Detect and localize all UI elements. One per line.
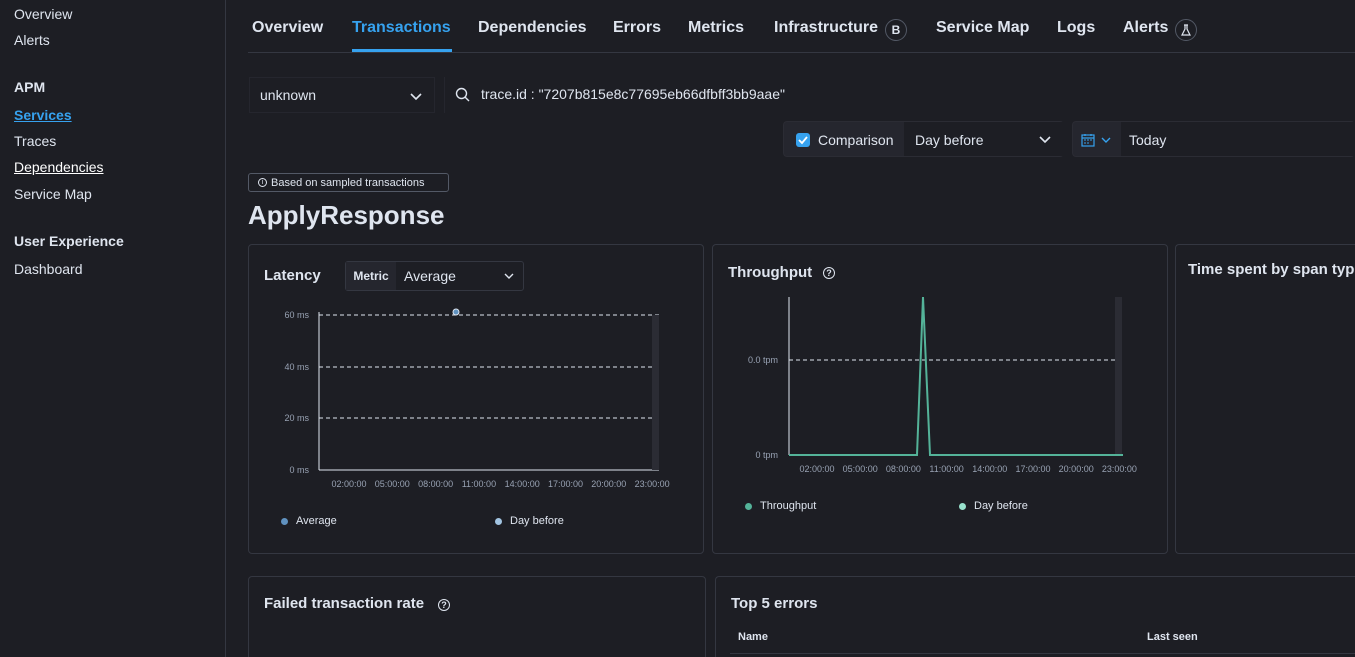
comparison-label: Comparison [818, 132, 894, 148]
date-range-value: Today [1129, 132, 1167, 148]
search-input[interactable]: trace.id : "7207b815e8c77695eb66dfbff3bb… [444, 77, 1355, 113]
latency-x-tick-label: 08:00:00 [418, 479, 453, 489]
throughput-x-tick-label: 23:00:00 [1102, 464, 1137, 474]
sidebar-item-alerts[interactable]: Alerts [14, 32, 50, 48]
latency-x-tick-label: 02:00:00 [331, 479, 366, 489]
search-query: trace.id : "7207b815e8c77695eb66dfbff3bb… [481, 86, 785, 102]
help-icon[interactable]: ? [438, 599, 450, 611]
sidebar-item-overview[interactable]: Overview [14, 6, 72, 22]
tab-overview[interactable]: Overview [252, 19, 323, 37]
flask-icon [1175, 19, 1197, 41]
date-picker: Today [1072, 121, 1355, 157]
top-errors-panel: Top 5 errors Name Last seen [715, 576, 1355, 657]
sidebar-heading-apm: APM [14, 79, 46, 95]
environment-value: unknown [260, 87, 317, 103]
comparison-checkbox[interactable] [796, 133, 810, 147]
latency-y-tick-label: 40 ms [284, 362, 309, 372]
throughput-x-tick-label: 20:00:00 [1059, 464, 1094, 474]
latency-x-tick-label: 05:00:00 [375, 479, 410, 489]
sidebar-item-dependencies[interactable]: Dependencies [14, 159, 104, 175]
chevron-down-icon [410, 93, 422, 101]
throughput-x-tick-label: 14:00:00 [972, 464, 1007, 474]
date-range-input[interactable]: Today [1121, 122, 1355, 156]
throughput-x-tick-label: 05:00:00 [843, 464, 878, 474]
tab-metrics[interactable]: Metrics [688, 19, 744, 37]
throughput-x-tick-label: 17:00:00 [1015, 464, 1050, 474]
sidebar-heading-user-experience: User Experience [14, 233, 124, 249]
latency-x-tick-label: 20:00:00 [591, 479, 626, 489]
column-header-last-seen[interactable]: Last seen [1147, 631, 1198, 643]
tab-logs[interactable]: Logs [1057, 19, 1095, 37]
sampled-badge-text: Based on sampled transactions [271, 177, 425, 189]
latency-x-tick-label: 17:00:00 [548, 479, 583, 489]
tab-alerts[interactable]: Alerts [1123, 19, 1168, 37]
tab-infrastructure[interactable]: Infrastructure [774, 19, 878, 37]
top-errors-title: Top 5 errors [731, 595, 818, 612]
time-spent-title: Time spent by span typ [1188, 261, 1355, 278]
latency-y-tick-label: 20 ms [284, 413, 309, 423]
failed-rate-title: Failed transaction rate [264, 595, 425, 612]
chevron-down-icon[interactable] [1101, 136, 1111, 144]
chevron-down-icon [1039, 136, 1051, 144]
table-divider [730, 653, 1355, 654]
info-icon: i [258, 178, 267, 187]
calendar-icon[interactable] [1081, 133, 1095, 147]
sidebar-item-traces[interactable]: Traces [14, 133, 56, 149]
throughput-x-tick-label: 08:00:00 [886, 464, 921, 474]
sampled-badge: i Based on sampled transactions [248, 173, 449, 192]
active-tab-indicator [352, 49, 452, 52]
latency-x-tick-label: 14:00:00 [505, 479, 540, 489]
latency-now-band [652, 315, 659, 470]
throughput-y-tick-label: 0.0 tpm [748, 355, 778, 365]
sidebar: Overview Alerts APM Services Traces Depe… [0, 0, 226, 657]
column-header-name[interactable]: Name [738, 631, 768, 643]
latency-gridlines [319, 314, 659, 419]
throughput-panel: Throughput ? 0 tpm 0.0 tpm 02:00:00 05:00:… [712, 244, 1168, 554]
latency-x-tick-label: 23:00:00 [635, 479, 670, 489]
throughput-x-tick-label: 02:00:00 [799, 464, 834, 474]
failed-transaction-rate-panel: Failed transaction rate ? [248, 576, 706, 657]
latency-x-tick-label: 11:00:00 [462, 479, 496, 489]
comparison-value: Day before [915, 132, 984, 148]
tab-dependencies[interactable]: Dependencies [478, 19, 586, 37]
latency-panel: Latency Metric Average 0 ms 20 ms 40 ms 60 … [248, 244, 704, 554]
comparison-control: Comparison Day before [783, 121, 1064, 157]
tab-bar: Overview Transactions Dependencies Error… [248, 0, 1355, 53]
sidebar-item-dashboard[interactable]: Dashboard [14, 261, 83, 277]
beta-badge: B [885, 19, 907, 41]
comparison-select[interactable]: Day before [904, 122, 1064, 156]
tab-transactions[interactable]: Transactions [352, 19, 451, 37]
time-spent-panel: Time spent by span typ [1175, 244, 1355, 554]
latency-data-point[interactable] [452, 308, 460, 316]
sidebar-item-service-map[interactable]: Service Map [14, 186, 92, 202]
page-title: ApplyResponse [248, 200, 445, 230]
latency-chart: 0 ms 20 ms 40 ms 60 ms 02:00:00 05:00:00 08:0… [284, 308, 670, 489]
environment-select[interactable]: unknown [249, 77, 435, 113]
throughput-series-line[interactable] [789, 296, 1123, 456]
check-icon [798, 136, 808, 145]
latency-y-tick-label: 0 ms [289, 465, 309, 475]
latency-y-tick-label: 60 ms [284, 310, 309, 320]
throughput-chart: 0 tpm 0.0 tpm 02:00:00 05:00:00 08:00:00 11:… [748, 296, 1137, 474]
throughput-x-tick-label: 11:00:00 [929, 464, 963, 474]
tab-service-map[interactable]: Service Map [936, 19, 1029, 37]
throughput-now-band [1115, 297, 1122, 455]
tab-errors[interactable]: Errors [613, 19, 661, 37]
sidebar-item-services[interactable]: Services [14, 107, 72, 123]
throughput-y-tick-label: 0 tpm [755, 450, 778, 460]
search-icon [455, 87, 470, 102]
